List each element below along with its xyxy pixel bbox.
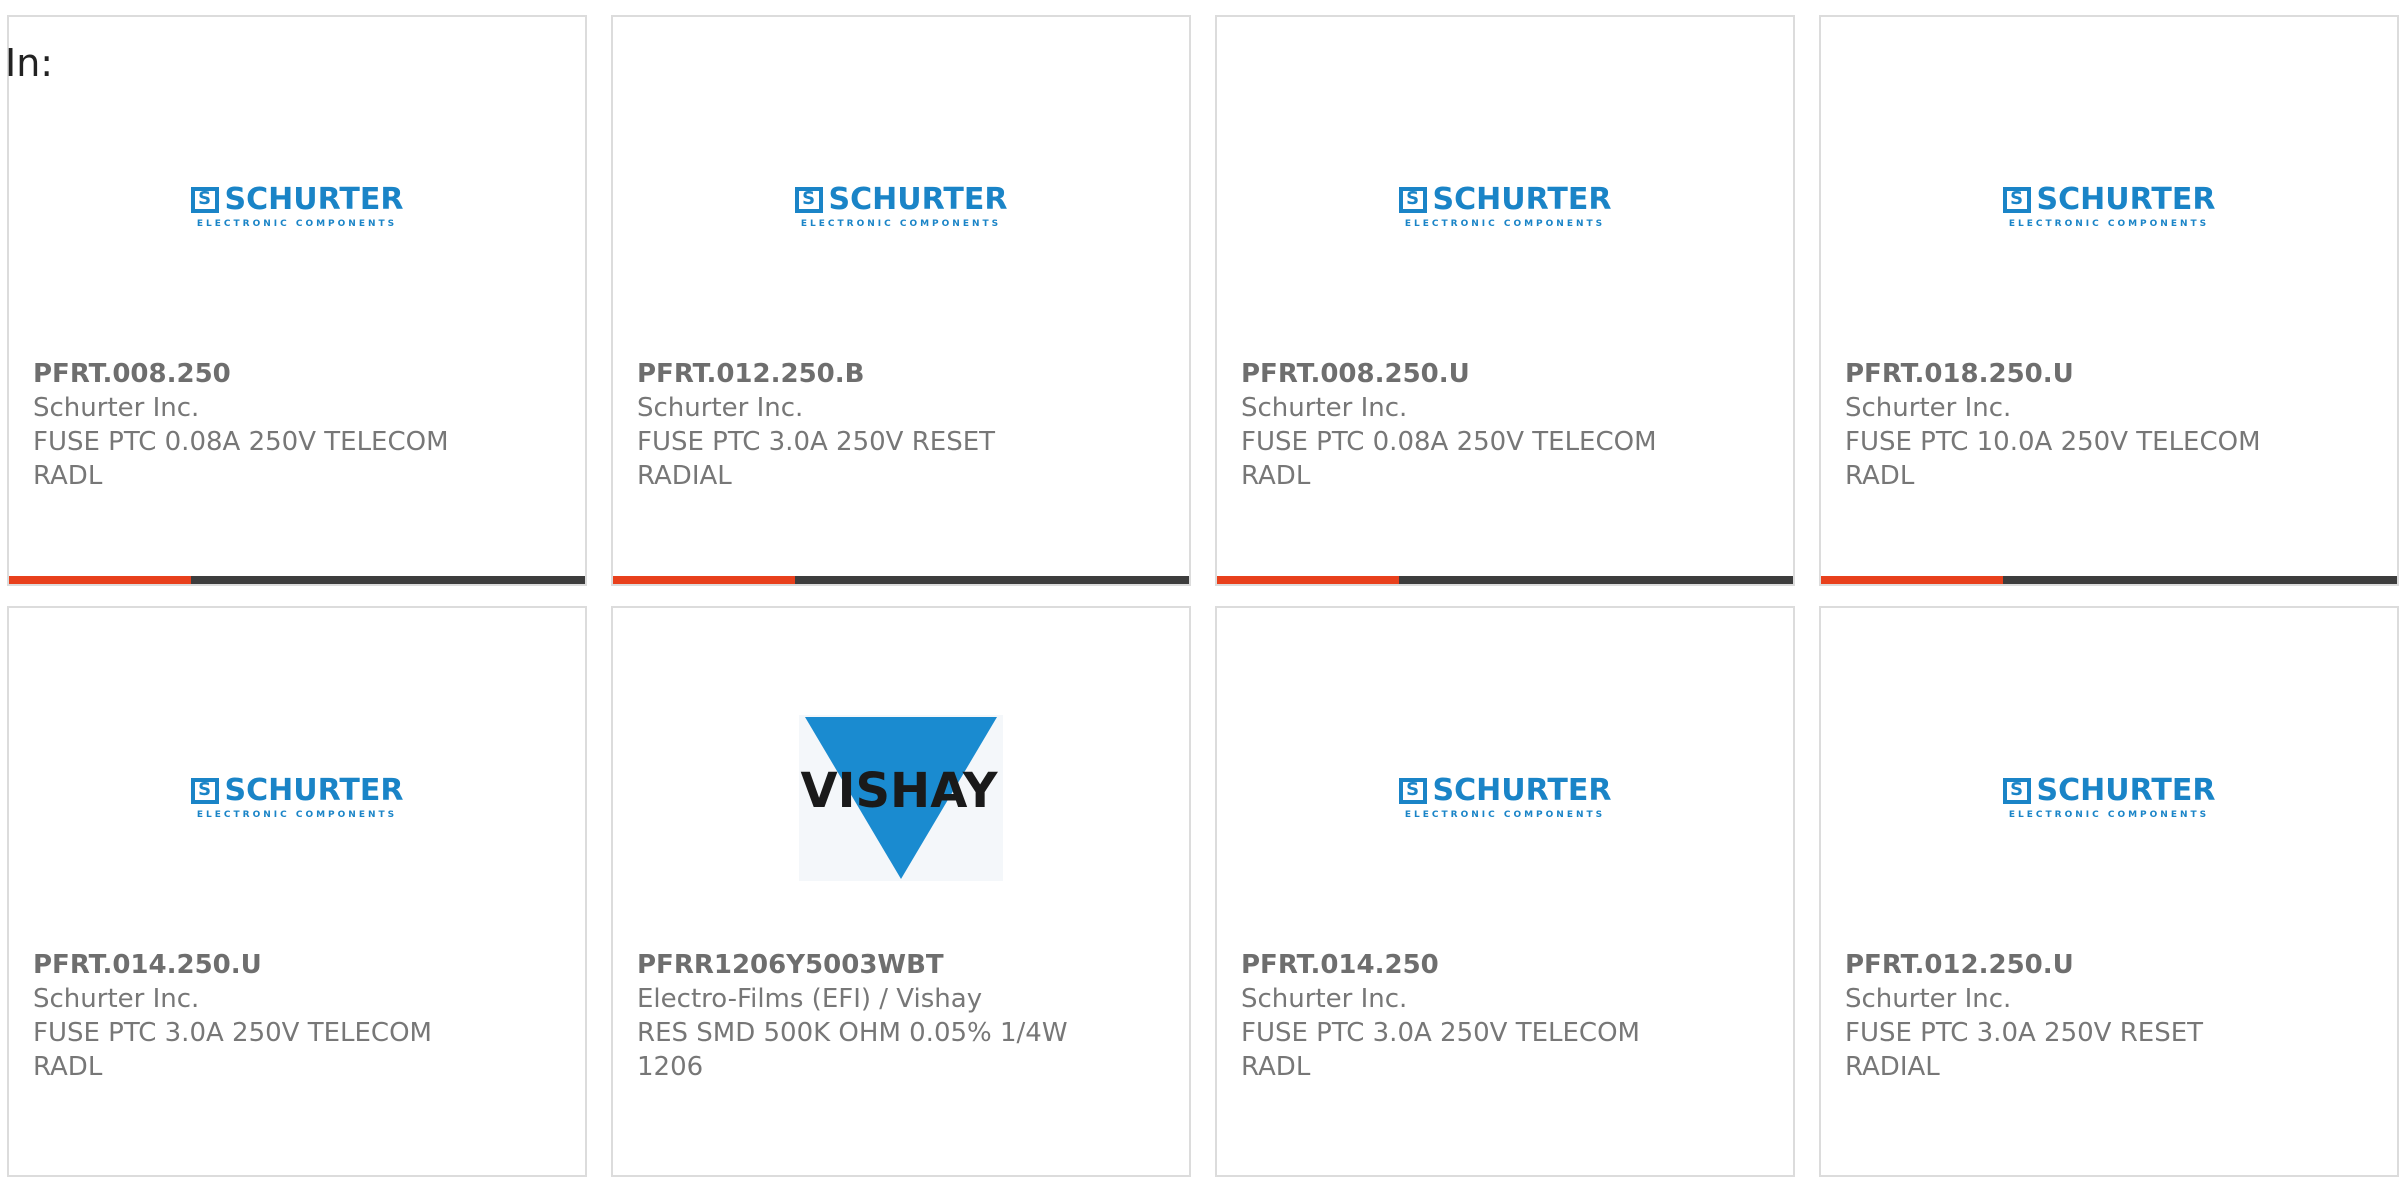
vishay-logo: VISHAY	[799, 715, 1003, 881]
schurter-mark-icon	[2002, 187, 2031, 213]
description-line-2: RADL	[33, 461, 103, 491]
product-info: PFRT.008.250.U Schurter Inc. FUSE PTC 0.…	[1241, 357, 1681, 493]
product-card[interactable]: SCHURTER ELECTRONIC COMPONENTS PFRT.014.…	[7, 606, 587, 1177]
product-card[interactable]: VISHAY PFRR1206Y5003WBT Electro-Films (E…	[611, 606, 1191, 1177]
manufacturer-name: Schurter Inc.	[1845, 984, 2012, 1014]
schurter-mark-icon	[190, 778, 219, 804]
description-line-2: RADL	[1241, 461, 1311, 491]
description-line-1: FUSE PTC 0.08A 250V TELECOM	[1241, 427, 1657, 457]
schurter-mark-icon	[1398, 778, 1427, 804]
schurter-logo: SCHURTER ELECTRONIC COMPONENTS	[190, 776, 403, 820]
manufacturer-name: Schurter Inc.	[33, 393, 200, 423]
description-line-2: RADL	[1845, 461, 1915, 491]
description-line-1: FUSE PTC 10.0A 250V TELECOM	[1845, 427, 2261, 457]
card-accent-bar	[1217, 576, 1399, 584]
card-footer-bar	[1821, 576, 2397, 584]
product-card[interactable]: SCHURTER ELECTRONIC COMPONENTS PFRT.008.…	[7, 15, 587, 586]
manufacturer-logo: SCHURTER ELECTRONIC COMPONENTS	[1217, 688, 1793, 908]
description-line-1: FUSE PTC 3.0A 250V TELECOM	[33, 1018, 432, 1048]
part-number[interactable]: PFRT.008.250	[33, 357, 473, 391]
description-line-1: FUSE PTC 3.0A 250V TELECOM	[1241, 1018, 1640, 1048]
vishay-triangle-icon: VISHAY	[799, 715, 1003, 881]
manufacturer-name: Schurter Inc.	[1241, 984, 1408, 1014]
description-line-1: FUSE PTC 3.0A 250V RESET	[1845, 1018, 2204, 1048]
manufacturer-logo: SCHURTER ELECTRONIC COMPONENTS	[1821, 688, 2397, 908]
part-number[interactable]: PFRR1206Y5003WBT	[637, 948, 1077, 982]
schurter-logo: SCHURTER ELECTRONIC COMPONENTS	[190, 185, 403, 229]
schurter-mark-icon	[1398, 187, 1427, 213]
manufacturer-logo: SCHURTER ELECTRONIC COMPONENTS	[1217, 97, 1793, 317]
vishay-wordmark: VISHAY	[800, 763, 998, 819]
product-info: PFRT.008.250 Schurter Inc. FUSE PTC 0.08…	[33, 357, 473, 493]
manufacturer-logo: SCHURTER ELECTRONIC COMPONENTS	[9, 688, 585, 908]
filter-label: In:	[5, 41, 54, 85]
product-card[interactable]: SCHURTER ELECTRONIC COMPONENTS PFRT.012.…	[1819, 606, 2399, 1177]
product-card[interactable]: SCHURTER ELECTRONIC COMPONENTS PFRT.008.…	[1215, 15, 1795, 586]
product-info: PFRT.012.250.U Schurter Inc. FUSE PTC 3.…	[1845, 948, 2285, 1084]
description-line-1: RES SMD 500K OHM 0.05% 1/4W	[637, 1018, 1068, 1048]
schurter-logo: SCHURTER ELECTRONIC COMPONENTS	[2002, 185, 2215, 229]
schurter-mark-icon	[794, 187, 823, 213]
schurter-logo: SCHURTER ELECTRONIC COMPONENTS	[1398, 185, 1611, 229]
part-number[interactable]: PFRT.018.250.U	[1845, 357, 2285, 391]
description-line-1: FUSE PTC 3.0A 250V RESET	[637, 427, 996, 457]
product-card[interactable]: SCHURTER ELECTRONIC COMPONENTS PFRT.014.…	[1215, 606, 1795, 1177]
description-line-2: RADL	[33, 1052, 103, 1082]
product-info: PFRT.014.250 Schurter Inc. FUSE PTC 3.0A…	[1241, 948, 1681, 1084]
card-footer-bar	[1217, 576, 1793, 584]
manufacturer-name: Schurter Inc.	[637, 393, 804, 423]
part-number[interactable]: PFRT.012.250.B	[637, 357, 1077, 391]
card-footer-bar	[9, 576, 585, 584]
card-accent-bar	[1821, 576, 2003, 584]
part-number[interactable]: PFRT.008.250.U	[1241, 357, 1681, 391]
manufacturer-logo: SCHURTER ELECTRONIC COMPONENTS	[1821, 97, 2397, 317]
part-number[interactable]: PFRT.012.250.U	[1845, 948, 2285, 982]
product-info: PFRT.014.250.U Schurter Inc. FUSE PTC 3.…	[33, 948, 473, 1084]
card-accent-bar	[9, 576, 191, 584]
card-accent-bar	[613, 576, 795, 584]
product-info: PFRR1206Y5003WBT Electro-Films (EFI) / V…	[637, 948, 1077, 1084]
product-card[interactable]: SCHURTER ELECTRONIC COMPONENTS PFRT.018.…	[1819, 15, 2399, 586]
schurter-logo: SCHURTER ELECTRONIC COMPONENTS	[2002, 776, 2215, 820]
schurter-mark-icon	[190, 187, 219, 213]
description-line-1: FUSE PTC 0.08A 250V TELECOM	[33, 427, 449, 457]
manufacturer-name: Schurter Inc.	[1845, 393, 2012, 423]
manufacturer-name: Schurter Inc.	[33, 984, 200, 1014]
description-line-2: RADL	[1241, 1052, 1311, 1082]
product-card[interactable]: SCHURTER ELECTRONIC COMPONENTS PFRT.012.…	[611, 15, 1191, 586]
description-line-2: RADIAL	[637, 461, 732, 491]
description-line-2: RADIAL	[1845, 1052, 1940, 1082]
product-grid: SCHURTER ELECTRONIC COMPONENTS PFRT.008.…	[7, 15, 2400, 1177]
part-number[interactable]: PFRT.014.250.U	[33, 948, 473, 982]
schurter-logo: SCHURTER ELECTRONIC COMPONENTS	[794, 185, 1007, 229]
schurter-mark-icon	[2002, 778, 2031, 804]
manufacturer-logo: VISHAY	[613, 688, 1189, 908]
product-info: PFRT.018.250.U Schurter Inc. FUSE PTC 10…	[1845, 357, 2285, 493]
card-footer-bar	[613, 576, 1189, 584]
manufacturer-logo: SCHURTER ELECTRONIC COMPONENTS	[613, 97, 1189, 317]
description-line-2: 1206	[637, 1052, 704, 1082]
part-number[interactable]: PFRT.014.250	[1241, 948, 1681, 982]
schurter-logo: SCHURTER ELECTRONIC COMPONENTS	[1398, 776, 1611, 820]
manufacturer-name: Schurter Inc.	[1241, 393, 1408, 423]
manufacturer-logo: SCHURTER ELECTRONIC COMPONENTS	[9, 97, 585, 317]
product-info: PFRT.012.250.B Schurter Inc. FUSE PTC 3.…	[637, 357, 1077, 493]
manufacturer-name: Electro-Films (EFI) / Vishay	[637, 984, 983, 1014]
